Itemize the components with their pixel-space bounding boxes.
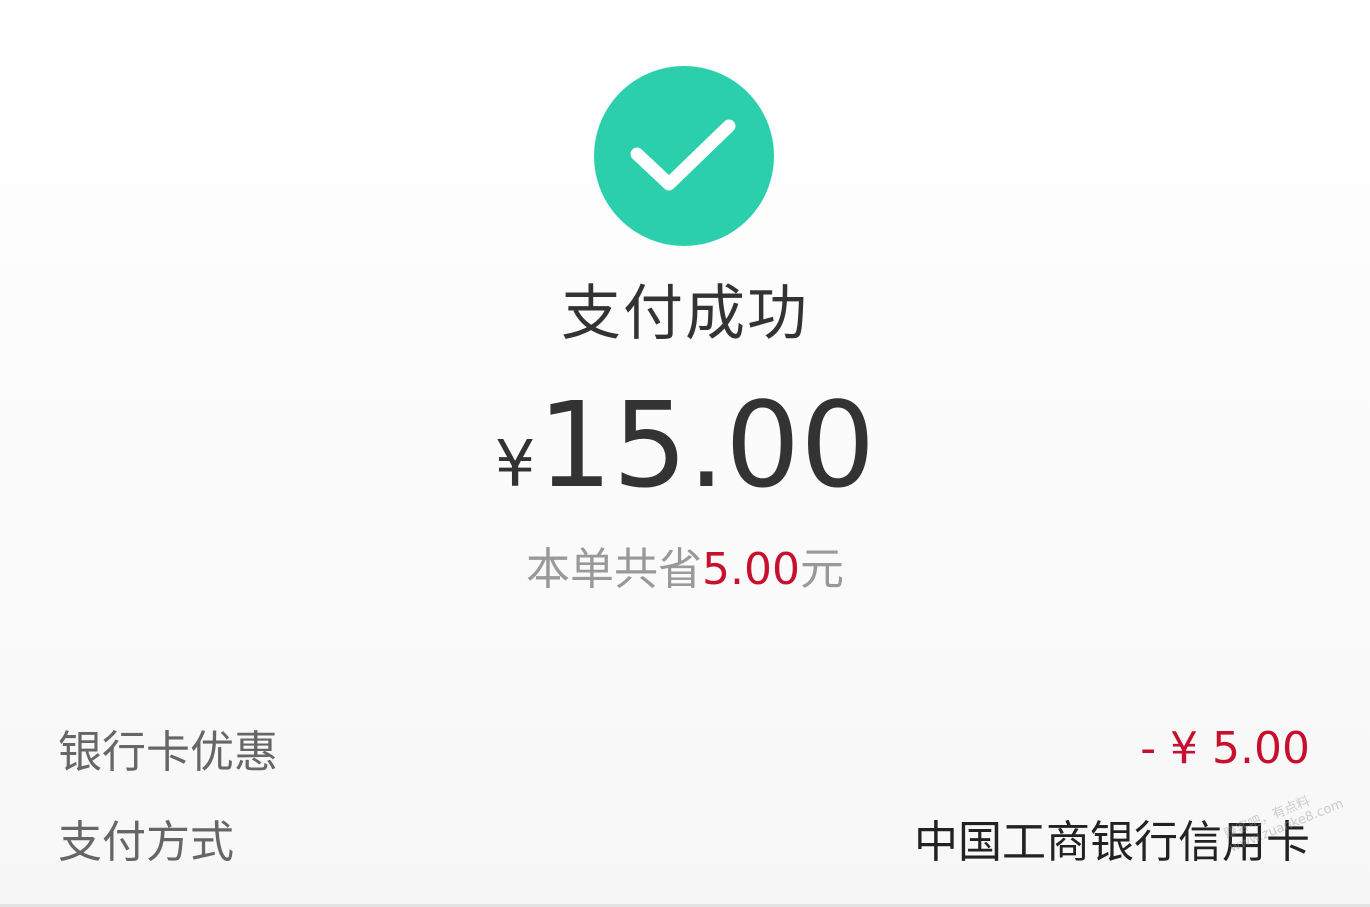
checkmark-icon	[630, 119, 736, 191]
discount-label: 银行卡优惠	[58, 727, 278, 778]
savings-suffix: 元	[799, 544, 844, 595]
savings-amount: 5.00	[702, 544, 800, 595]
checkmark-circle-icon	[594, 66, 774, 246]
discount-value: - ¥ 5.00	[1140, 722, 1310, 774]
discount-row: 银行卡优惠 - ¥ 5.00	[58, 716, 1310, 780]
payment-method-label: 支付方式	[58, 817, 234, 868]
payment-status-title: 支付成功	[561, 279, 809, 349]
savings-prefix: 本单共省	[526, 544, 703, 595]
payment-method-row[interactable]: 支付方式 中国工商银行信用卡	[58, 806, 1310, 870]
amount-value: 15.00	[537, 376, 876, 514]
savings-summary: 本单共省5.00元	[0, 540, 1370, 600]
payment-amount: ¥15.00	[0, 384, 1370, 506]
payment-result-screen: 支付成功 ¥15.00 本单共省5.00元 银行卡优惠 - ¥ 5.00 支付方…	[0, 0, 1370, 907]
currency-symbol: ¥	[494, 428, 536, 502]
